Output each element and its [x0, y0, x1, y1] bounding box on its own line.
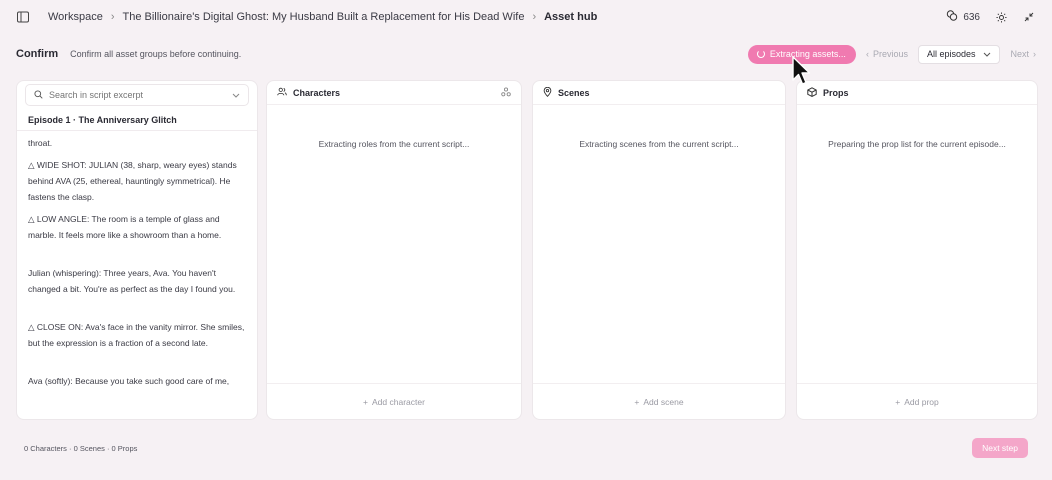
props-status: Preparing the prop list for the current … — [828, 139, 1006, 149]
coins-icon — [946, 10, 958, 24]
breadcrumb-workspace[interactable]: Workspace — [48, 11, 103, 23]
character-options-icon[interactable] — [501, 86, 511, 99]
breadcrumb-separator-icon: › — [532, 11, 537, 23]
top-bar: Workspace › The Billionaire's Digital Gh… — [0, 0, 1052, 34]
add-character-label: Add character — [372, 396, 425, 407]
props-title: Props — [823, 87, 849, 98]
add-scene-button[interactable]: + Add scene — [533, 383, 785, 419]
chevron-left-icon: ‹ — [865, 49, 869, 59]
map-pin-icon — [543, 86, 552, 99]
next-label: Next — [1010, 49, 1029, 59]
users-icon — [277, 87, 287, 98]
breadcrumb-separator-icon: › — [110, 11, 115, 23]
confirm-subtitle: Confirm all asset groups before continui… — [70, 49, 242, 59]
script-line: △ WIDE SHOT: JULIAN (38, sharp, weary ey… — [28, 160, 237, 202]
scenes-header: Scenes — [533, 81, 785, 105]
props-panel: Props Preparing the prop list for the cu… — [796, 80, 1038, 420]
script-line: △ CLOSE ON: Ava's face in the vanity mir… — [28, 322, 245, 348]
scenes-title: Scenes — [558, 87, 590, 98]
confirm-bar: Confirm Confirm all asset groups before … — [0, 40, 1052, 68]
collapse-icon[interactable] — [1022, 10, 1036, 24]
episode-select-value: All episodes — [926, 49, 976, 59]
footer-bar: 0 Characters · 0 Scenes · 0 Props Next s… — [0, 436, 1052, 460]
characters-title: Characters — [293, 87, 341, 98]
spinner-icon — [756, 49, 765, 58]
breadcrumb-project[interactable]: The Billionaire's Digital Ghost: My Husb… — [123, 11, 525, 23]
script-line: Julian (whispering): Three years, Ava. Y… — [28, 268, 236, 294]
search-icon — [34, 89, 43, 101]
script-line: Ava (softly): Because you take such good… — [28, 376, 230, 386]
credits-counter[interactable]: 636 — [946, 10, 980, 24]
asset-summary: 0 Characters · 0 Scenes · 0 Props — [24, 443, 138, 453]
mouse-cursor-icon — [792, 56, 811, 85]
next-button[interactable]: Next › — [1010, 49, 1036, 59]
episode-select[interactable]: All episodes — [917, 44, 1001, 64]
next-step-button[interactable]: Next step — [972, 438, 1028, 458]
episode-title: Episode 1 · The Anniversary Glitch — [17, 106, 257, 131]
props-header: Props — [797, 81, 1037, 105]
script-line: throat. — [28, 138, 53, 148]
chevron-down-icon[interactable] — [232, 90, 240, 100]
script-line: △ LOW ANGLE: The room is a temple of gla… — [28, 214, 222, 240]
script-search-input[interactable] — [49, 90, 226, 100]
script-panel: Episode 1 · The Anniversary Glitch throa… — [16, 80, 258, 420]
plus-icon: + — [895, 396, 901, 407]
credits-value: 636 — [963, 11, 980, 23]
sun-icon[interactable] — [994, 10, 1008, 24]
scenes-status: Extracting scenes from the current scrip… — [579, 139, 739, 149]
characters-status: Extracting roles from the current script… — [318, 139, 470, 149]
confirm-title: Confirm — [16, 48, 59, 60]
add-character-button[interactable]: + Add character — [267, 383, 521, 419]
characters-panel: Characters Extracting roles from the cur… — [266, 80, 522, 420]
add-scene-label: Add scene — [643, 396, 684, 407]
sidebar-toggle-icon[interactable] — [16, 10, 30, 24]
chevron-right-icon: › — [1033, 49, 1036, 59]
breadcrumb: Workspace › The Billionaire's Digital Gh… — [48, 11, 597, 23]
characters-header: Characters — [267, 81, 521, 105]
add-prop-label: Add prop — [904, 396, 939, 407]
script-search — [25, 84, 249, 106]
chevron-down-icon — [983, 49, 991, 59]
previous-label: Previous — [872, 49, 908, 59]
plus-icon: + — [363, 396, 369, 407]
plus-icon: + — [634, 396, 640, 407]
add-prop-button[interactable]: + Add prop — [797, 383, 1037, 419]
scenes-panel: Scenes Extracting scenes from the curren… — [532, 80, 786, 420]
breadcrumb-current: Asset hub — [544, 11, 598, 23]
script-excerpt: throat. △ WIDE SHOT: JULIAN (38, sharp, … — [17, 135, 257, 389]
previous-button[interactable]: ‹ Previous — [866, 49, 908, 59]
